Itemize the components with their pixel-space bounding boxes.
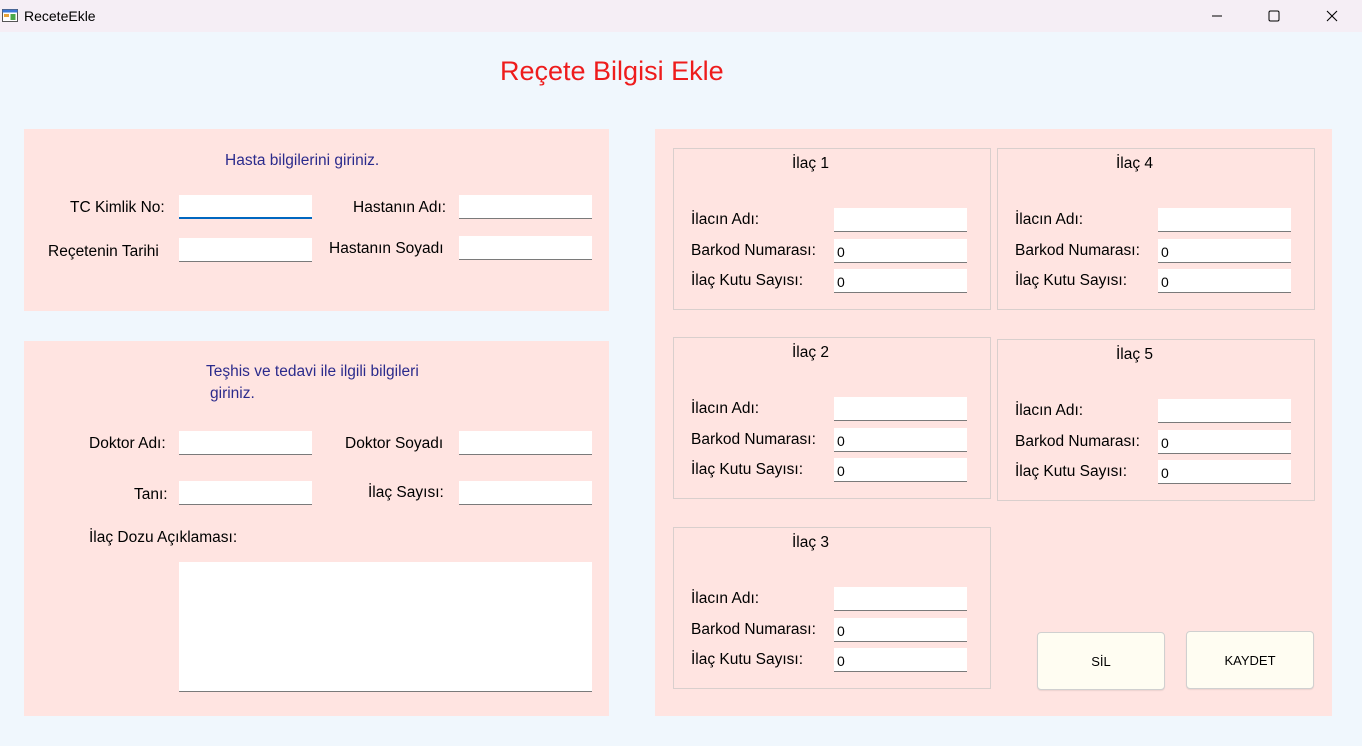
tc-label: TC Kimlik No: (70, 199, 165, 216)
patient-surname-input[interactable] (459, 236, 592, 260)
tc-kimlik-input[interactable] (179, 195, 312, 219)
doctor-name-input[interactable] (179, 431, 312, 455)
diagnosis-info-panel: Teşhis ve tedavi ile ilgili bilgileri gi… (24, 341, 609, 716)
dose-description-label: İlaç Dozu Açıklaması: (89, 529, 238, 546)
drug-group-3: İlaç 3 İlacın Adı: Barkod Numarası: İlaç… (673, 527, 991, 689)
drug-group-4: İlaç 4 İlacın Adı: Barkod Numarası: İlaç… (997, 148, 1315, 310)
delete-button[interactable]: SİL (1037, 632, 1165, 690)
drug-2-name-input[interactable] (834, 397, 967, 421)
drug-4-name-input[interactable] (1158, 208, 1291, 232)
barcode-label: Barkod Numarası: (1015, 433, 1140, 450)
drug-name-label: İlacın Adı: (1015, 211, 1084, 228)
patient-name-label: Hastanın Adı: (353, 199, 447, 216)
prescription-date-input[interactable] (179, 238, 312, 262)
drug-3-barcode-input[interactable] (834, 618, 967, 642)
drug-3-box-count-input[interactable] (834, 648, 967, 672)
drug-4-barcode-input[interactable] (1158, 239, 1291, 263)
diagnosis-input[interactable] (179, 481, 312, 505)
prescription-date-label: Reçetenin Tarihi (48, 243, 159, 260)
drug-group-title: İlaç 1 (792, 155, 830, 172)
form-client-area: Reçete Bilgisi Ekle Hasta bilgilerini gi… (0, 0, 1362, 716)
drug-1-barcode-input[interactable] (834, 239, 967, 263)
dose-description-textarea[interactable] (179, 562, 592, 692)
drug-4-box-count-input[interactable] (1158, 269, 1291, 293)
drug-name-label: İlacın Adı: (691, 211, 760, 228)
drug-group-5: İlaç 5 İlacın Adı: Barkod Numarası: İlaç… (997, 339, 1315, 501)
save-button[interactable]: KAYDET (1186, 631, 1314, 689)
drug-3-name-input[interactable] (834, 587, 967, 611)
barcode-label: Barkod Numarası: (691, 242, 816, 259)
patient-info-panel: Hasta bilgilerini giriniz. TC Kimlik No:… (24, 129, 609, 311)
drug-count-label: İlaç Sayısı: (368, 484, 444, 501)
diagnosis-heading-line1: Teşhis ve tedavi ile ilgili bilgileri (206, 363, 419, 380)
barcode-label: Barkod Numarası: (1015, 242, 1140, 259)
drug-group-title: İlaç 3 (792, 534, 830, 551)
box-count-label: İlaç Kutu Sayısı: (691, 651, 803, 668)
patient-surname-label: Hastanın Soyadı (329, 240, 444, 257)
drug-5-barcode-input[interactable] (1158, 430, 1291, 454)
drug-2-barcode-input[interactable] (834, 428, 967, 452)
drug-name-label: İlacın Adı: (691, 590, 760, 607)
drug-group-title: İlaç 2 (792, 344, 830, 361)
box-count-label: İlaç Kutu Sayısı: (691, 272, 803, 289)
doctor-surname-input[interactable] (459, 431, 592, 455)
barcode-label: Barkod Numarası: (691, 431, 816, 448)
drug-count-input[interactable] (459, 481, 592, 505)
doctor-name-label: Doktor Adı: (89, 435, 166, 452)
box-count-label: İlaç Kutu Sayısı: (1015, 272, 1127, 289)
box-count-label: İlaç Kutu Sayısı: (691, 461, 803, 478)
diagnosis-heading-line2: giriniz. (210, 385, 255, 402)
drug-2-box-count-input[interactable] (834, 458, 967, 482)
drug-1-name-input[interactable] (834, 208, 967, 232)
drug-group-1: İlaç 1 İlacın Adı: Barkod Numarası: İlaç… (673, 148, 991, 310)
diagnosis-label: Tanı: (134, 486, 168, 503)
patient-section-heading: Hasta bilgilerini giriniz. (225, 152, 380, 169)
page-title: Reçete Bilgisi Ekle (500, 56, 724, 86)
patient-name-input[interactable] (459, 195, 592, 219)
drug-5-box-count-input[interactable] (1158, 460, 1291, 484)
drug-name-label: İlacın Adı: (691, 400, 760, 417)
drug-1-box-count-input[interactable] (834, 269, 967, 293)
drugs-panel: İlaç 1 İlacın Adı: Barkod Numarası: İlaç… (655, 129, 1332, 716)
drug-group-title: İlaç 4 (1116, 155, 1154, 172)
doctor-surname-label: Doktor Soyadı (345, 435, 444, 452)
barcode-label: Barkod Numarası: (691, 621, 816, 638)
drug-group-2: İlaç 2 İlacın Adı: Barkod Numarası: İlaç… (673, 337, 991, 499)
drug-name-label: İlacın Adı: (1015, 402, 1084, 419)
drug-group-title: İlaç 5 (1116, 346, 1154, 363)
box-count-label: İlaç Kutu Sayısı: (1015, 463, 1127, 480)
drug-5-name-input[interactable] (1158, 399, 1291, 423)
